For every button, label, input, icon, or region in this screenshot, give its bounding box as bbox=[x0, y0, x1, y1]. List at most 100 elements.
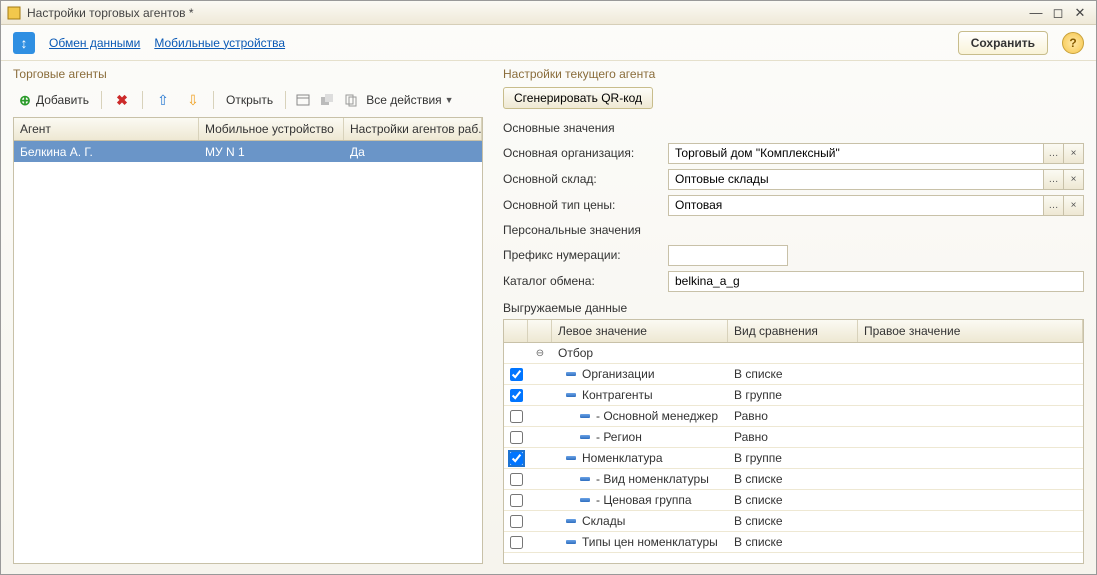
close-button[interactable]: ✕ bbox=[1070, 5, 1090, 21]
arrow-down-icon: ⇩ bbox=[185, 92, 201, 108]
filter-row[interactable]: НоменклатураВ группе bbox=[504, 448, 1083, 469]
prefix-input[interactable] bbox=[668, 245, 788, 266]
all-actions-menu[interactable]: Все действия ▼ bbox=[366, 93, 453, 107]
mobile-devices-link[interactable]: Мобильные устройства bbox=[154, 36, 285, 50]
minimize-button[interactable]: — bbox=[1026, 5, 1046, 21]
clear-icon[interactable]: × bbox=[1063, 170, 1083, 189]
select-icon[interactable]: … bbox=[1043, 144, 1063, 163]
filter-comparison[interactable]: В группе bbox=[728, 451, 858, 465]
agents-grid-body: Белкина А. Г. МУ N 1 Да bbox=[14, 141, 482, 563]
col-right-value[interactable]: Правое значение bbox=[858, 320, 1083, 342]
separator bbox=[101, 91, 102, 109]
filter-row[interactable]: - Основной менеджерРавно bbox=[504, 406, 1083, 427]
move-up-button[interactable]: ⇧ bbox=[151, 91, 175, 109]
open-button[interactable]: Открыть bbox=[222, 92, 277, 108]
export-label: Выгружаемые данные bbox=[503, 301, 1084, 315]
copy-icon[interactable] bbox=[342, 91, 360, 109]
select-icon[interactable]: … bbox=[1043, 196, 1063, 215]
item-icon bbox=[580, 498, 590, 502]
app-icon bbox=[7, 6, 21, 20]
filter-row[interactable]: - Ценовая группа В списке bbox=[504, 490, 1083, 511]
col-settings[interactable]: Настройки агентов раб... bbox=[344, 118, 482, 140]
maximize-button[interactable]: ◻ bbox=[1048, 5, 1068, 21]
warehouse-field[interactable]: … × bbox=[668, 169, 1084, 190]
filter-label: Склады bbox=[582, 514, 625, 528]
prefix-row: Префикс нумерации: bbox=[503, 243, 1084, 267]
filter-checkbox[interactable] bbox=[510, 410, 523, 423]
filter-checkbox[interactable] bbox=[510, 494, 523, 507]
org-input[interactable] bbox=[669, 146, 1043, 160]
filter-grid-header: Левое значение Вид сравнения Правое знач… bbox=[504, 320, 1083, 343]
agent-settings-panel: Настройки текущего агента Сгенерировать … bbox=[503, 67, 1084, 564]
filter-grid[interactable]: Левое значение Вид сравнения Правое знач… bbox=[503, 319, 1084, 564]
warehouse-label: Основной склад: bbox=[503, 172, 668, 186]
table-row[interactable]: Белкина А. Г. МУ N 1 Да bbox=[14, 141, 482, 162]
filter-checkbox[interactable] bbox=[510, 431, 523, 444]
prefix-label: Префикс нумерации: bbox=[503, 248, 668, 262]
generate-qr-button[interactable]: Сгенерировать QR-код bbox=[503, 87, 653, 109]
filter-comparison[interactable]: Равно bbox=[728, 409, 858, 423]
col-left-value[interactable]: Левое значение bbox=[552, 320, 728, 342]
content-area: Торговые агенты ⊕ Добавить ✖ ⇧ ⇩ Открыть bbox=[1, 61, 1096, 574]
clear-icon[interactable]: × bbox=[1063, 196, 1083, 215]
refresh-icon[interactable] bbox=[318, 91, 336, 109]
catalog-input[interactable] bbox=[668, 271, 1084, 292]
org-field[interactable]: … × bbox=[668, 143, 1084, 164]
help-button[interactable]: ? bbox=[1062, 32, 1084, 54]
org-row: Основная организация: … × bbox=[503, 141, 1084, 165]
filter-checkbox[interactable] bbox=[510, 452, 523, 465]
price-input[interactable] bbox=[669, 198, 1043, 212]
settings-toolbar: Сгенерировать QR-код bbox=[503, 87, 1084, 109]
separator bbox=[142, 91, 143, 109]
filter-checkbox[interactable] bbox=[510, 389, 523, 402]
add-button[interactable]: ⊕ Добавить bbox=[13, 91, 93, 109]
item-icon bbox=[566, 393, 576, 397]
filter-checkbox[interactable] bbox=[510, 515, 523, 528]
separator bbox=[213, 91, 214, 109]
group-personal-label: Персональные значения bbox=[503, 223, 1084, 237]
col-indicator bbox=[528, 320, 552, 342]
item-icon bbox=[580, 477, 590, 481]
filter-checkbox[interactable] bbox=[510, 368, 523, 381]
clear-icon[interactable]: × bbox=[1063, 144, 1083, 163]
filter-label: - Вид номенклатуры bbox=[596, 472, 709, 486]
col-agent[interactable]: Агент bbox=[14, 118, 199, 140]
exchange-link[interactable]: Обмен данными bbox=[49, 36, 140, 50]
agents-toolbar: ⊕ Добавить ✖ ⇧ ⇩ Открыть bbox=[13, 87, 483, 113]
select-icon[interactable]: … bbox=[1043, 170, 1063, 189]
save-button[interactable]: Сохранить bbox=[958, 31, 1048, 55]
filter-row[interactable]: Контрагенты В группе bbox=[504, 385, 1083, 406]
titlebar: Настройки торговых агентов * — ◻ ✕ bbox=[1, 1, 1096, 25]
filter-row[interactable]: - Вид номенклатуры В списке bbox=[504, 469, 1083, 490]
filter-comparison[interactable]: В списке bbox=[728, 472, 858, 486]
item-icon bbox=[580, 414, 590, 418]
filter-row[interactable]: - РегионРавно bbox=[504, 427, 1083, 448]
filter-checkbox[interactable] bbox=[510, 536, 523, 549]
add-label: Добавить bbox=[36, 93, 89, 107]
col-checkbox bbox=[504, 320, 528, 342]
filter-row[interactable]: Типы цен номенклатурыВ списке bbox=[504, 532, 1083, 553]
filter-label: - Ценовая группа bbox=[596, 493, 692, 507]
price-field[interactable]: … × bbox=[668, 195, 1084, 216]
filter-comparison[interactable]: В списке bbox=[728, 535, 858, 549]
filter-comparison[interactable]: В списке bbox=[728, 493, 858, 507]
filter-label: Контрагенты bbox=[582, 388, 653, 402]
col-device[interactable]: Мобильное устройство bbox=[199, 118, 344, 140]
col-comparison[interactable]: Вид сравнения bbox=[728, 320, 858, 342]
delete-button[interactable]: ✖ bbox=[110, 91, 134, 109]
agents-grid-header: Агент Мобильное устройство Настройки аге… bbox=[14, 118, 482, 141]
filter-comparison[interactable]: Равно bbox=[728, 430, 858, 444]
filter-comparison[interactable]: В списке bbox=[728, 367, 858, 381]
filter-comparison[interactable]: В списке bbox=[728, 514, 858, 528]
warehouse-input[interactable] bbox=[669, 172, 1043, 186]
filter-checkbox[interactable] bbox=[510, 473, 523, 486]
filter-comparison[interactable]: В группе bbox=[728, 388, 858, 402]
filter-row[interactable]: ОрганизацииВ списке bbox=[504, 364, 1083, 385]
agents-grid[interactable]: Агент Мобильное устройство Настройки аге… bbox=[13, 117, 483, 564]
properties-icon[interactable] bbox=[294, 91, 312, 109]
filter-root-row[interactable]: ⊖Отбор bbox=[504, 343, 1083, 364]
filter-row[interactable]: Склады В списке bbox=[504, 511, 1083, 532]
collapse-icon[interactable]: ⊖ bbox=[534, 347, 546, 359]
move-down-button[interactable]: ⇩ bbox=[181, 91, 205, 109]
chevron-down-icon: ▼ bbox=[445, 95, 454, 105]
